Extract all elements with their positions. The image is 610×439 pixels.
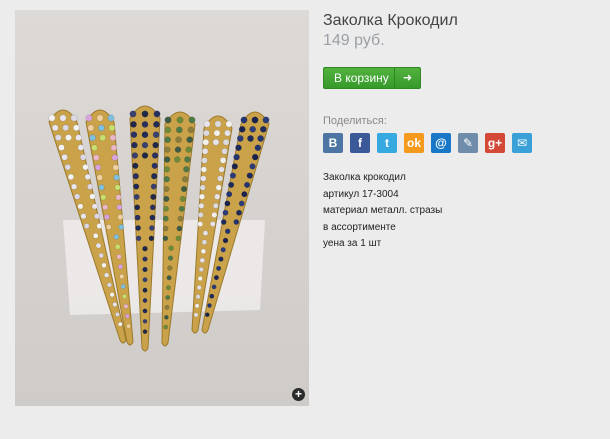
googleplus-share-icon[interactable]: g+: [485, 133, 505, 153]
description-line: артикул 17-3004: [323, 188, 399, 200]
product-description: Заколка крокодил артикул 17-3004 материал …: [323, 170, 442, 253]
description-line: материал металл. стразы: [323, 205, 443, 216]
facebook-share-icon[interactable]: f: [350, 133, 370, 153]
livejournal-share-icon[interactable]: ✎: [458, 133, 478, 153]
add-to-cart-button[interactable]: В корзину ➜: [323, 67, 421, 89]
twitter-share-icon[interactable]: t: [377, 133, 397, 153]
product-price: 149 руб.: [323, 32, 385, 49]
description-line: уена за 1 шт: [323, 238, 382, 249]
vkontakte-share-icon[interactable]: В: [323, 133, 343, 153]
email-share-icon[interactable]: ✉: [512, 133, 532, 153]
add-to-cart-label: В корзину: [334, 71, 389, 85]
description-line: в ассортименте: [323, 221, 396, 233]
odnoklassniki-share-icon[interactable]: ok: [404, 133, 424, 153]
hair-clips-image: [15, 10, 309, 406]
product-title: Заколка Крокодил: [323, 12, 458, 29]
arrow-right-icon: ➜: [394, 68, 420, 88]
zoom-icon[interactable]: +: [292, 388, 305, 401]
description-line: Заколка крокодил: [323, 172, 406, 183]
share-label: Поделиться:: [323, 115, 387, 127]
product-photo[interactable]: +: [15, 10, 309, 406]
mailru-share-icon[interactable]: @: [431, 133, 451, 153]
